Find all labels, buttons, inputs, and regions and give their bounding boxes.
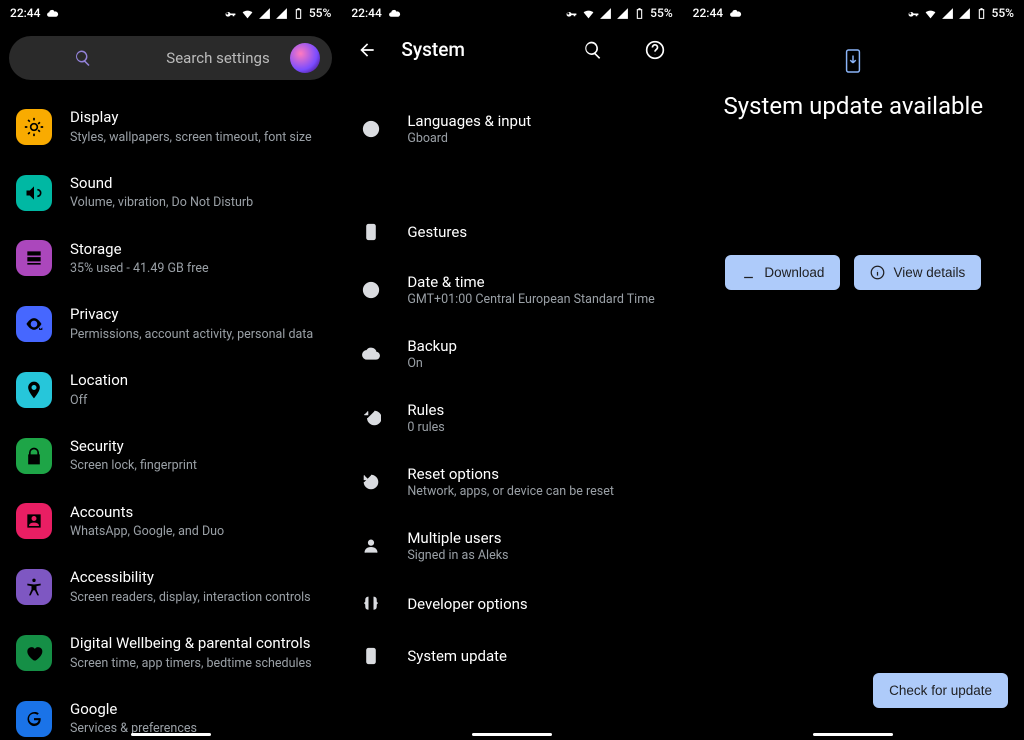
panel-settings: 22:44 55% Search settings DisplayStyles,…	[0, 0, 341, 740]
search-icon	[21, 49, 146, 67]
cloud-icon	[388, 7, 401, 20]
battery-icon	[292, 7, 305, 20]
sys-item-backup[interactable]: BackupOn	[341, 322, 682, 386]
status-time: 22:44	[693, 6, 723, 20]
download-button[interactable]: Download	[725, 255, 840, 290]
search-button[interactable]	[583, 39, 605, 61]
signal-icon	[616, 7, 629, 20]
signal-icon	[275, 7, 288, 20]
nav-handle[interactable]	[813, 733, 893, 736]
status-battery: 55%	[650, 6, 672, 20]
app-bar: System	[341, 26, 682, 73]
accessibility-icon	[16, 569, 52, 605]
wifi-icon	[241, 7, 254, 20]
search-placeholder: Search settings	[156, 49, 281, 67]
vpn-icon	[565, 7, 578, 20]
signal-icon	[258, 7, 271, 20]
signal-icon	[599, 7, 612, 20]
settings-item-storage[interactable]: Storage35% used - 41.49 GB free	[0, 226, 341, 292]
nav-handle[interactable]	[131, 733, 211, 736]
lock-icon	[16, 438, 52, 474]
help-button[interactable]	[645, 39, 667, 61]
panel-system: 22:44 55% System Languages & inputGboard…	[341, 0, 682, 740]
wifi-icon	[924, 7, 937, 20]
update-actions: Download View details	[683, 255, 1024, 290]
sys-item-users[interactable]: Multiple usersSigned in as Aleks	[341, 514, 682, 578]
braces-icon	[361, 593, 383, 615]
google-icon	[16, 701, 52, 737]
status-battery: 55%	[992, 6, 1014, 20]
settings-item-privacy[interactable]: PrivacyPermissions, account activity, pe…	[0, 291, 341, 357]
sound-icon	[16, 175, 52, 211]
sys-item-gestures[interactable]: Gestures	[341, 206, 682, 258]
settings-item-google[interactable]: GoogleServices & preferences	[0, 686, 341, 740]
update-hero: System update available	[683, 26, 1024, 120]
settings-list: DisplayStyles, wallpapers, screen timeou…	[0, 90, 341, 740]
info-icon	[870, 265, 885, 280]
status-time: 22:44	[10, 6, 40, 20]
update-title: System update available	[683, 92, 1024, 120]
system-list: Languages & inputGboard Gestures Date & …	[341, 73, 682, 682]
status-bar: 22:44 55%	[683, 0, 1024, 26]
sys-item-rules[interactable]: Rules0 rules	[341, 386, 682, 450]
settings-item-accessibility[interactable]: AccessibilityScreen readers, display, in…	[0, 554, 341, 620]
download-icon	[741, 265, 756, 280]
settings-item-security[interactable]: SecurityScreen lock, fingerprint	[0, 423, 341, 489]
battery-icon	[975, 7, 988, 20]
location-icon	[16, 372, 52, 408]
page-title: System	[401, 38, 542, 61]
vpn-icon	[907, 7, 920, 20]
wellbeing-icon	[16, 635, 52, 671]
display-icon	[16, 109, 52, 145]
phone-download-icon	[361, 645, 383, 667]
status-time: 22:44	[351, 6, 381, 20]
settings-item-accounts[interactable]: AccountsWhatsApp, Google, and Duo	[0, 489, 341, 555]
sys-item-update[interactable]: System update	[341, 630, 682, 682]
status-bar: 22:44 55%	[0, 0, 341, 26]
settings-item-display[interactable]: DisplayStyles, wallpapers, screen timeou…	[0, 94, 341, 160]
settings-item-location[interactable]: LocationOff	[0, 357, 341, 423]
vpn-icon	[224, 7, 237, 20]
wifi-icon	[582, 7, 595, 20]
sys-item-reset[interactable]: Reset optionsNetwork, apps, or device ca…	[341, 450, 682, 514]
sys-item-datetime[interactable]: Date & timeGMT+01:00 Central European St…	[341, 258, 682, 322]
signal-icon	[941, 7, 954, 20]
reset-icon	[361, 471, 383, 493]
cloud-up-icon	[361, 343, 383, 365]
search-bar[interactable]: Search settings	[9, 36, 332, 80]
nav-handle[interactable]	[472, 733, 552, 736]
sys-item-languages[interactable]: Languages & inputGboard	[341, 97, 682, 161]
cloud-icon	[46, 7, 59, 20]
status-bar: 22:44 55%	[341, 0, 682, 26]
settings-item-sound[interactable]: SoundVolume, vibration, Do Not Disturb	[0, 160, 341, 226]
battery-icon	[633, 7, 646, 20]
check-update-button[interactable]: Check for update	[873, 673, 1008, 708]
privacy-icon	[16, 306, 52, 342]
avatar[interactable]	[290, 43, 320, 73]
back-button[interactable]	[357, 40, 377, 60]
update-phone-icon	[842, 48, 864, 74]
cloud-icon	[729, 7, 742, 20]
storage-icon	[16, 240, 52, 276]
account-icon	[16, 503, 52, 539]
status-battery: 55%	[309, 6, 331, 20]
user-icon	[361, 535, 383, 557]
settings-item-wellbeing[interactable]: Digital Wellbeing & parental controlsScr…	[0, 620, 341, 686]
globe-icon	[361, 118, 383, 140]
clock-icon	[361, 279, 383, 301]
signal-icon	[958, 7, 971, 20]
panel-update: 22:44 55% System update available Downlo…	[683, 0, 1024, 740]
view-details-button[interactable]: View details	[854, 255, 981, 290]
gestures-icon	[361, 221, 383, 243]
sys-item-developer[interactable]: Developer options	[341, 578, 682, 630]
rules-icon	[361, 407, 383, 429]
